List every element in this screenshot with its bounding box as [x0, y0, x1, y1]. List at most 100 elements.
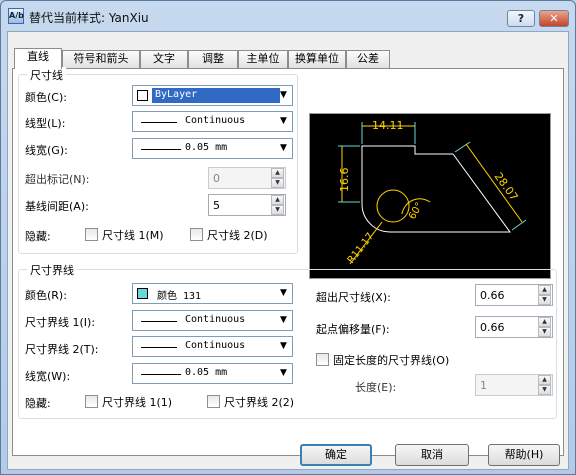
ext-lineweight-label: 线宽(W):	[25, 370, 71, 383]
chevron-down-icon: ▼	[280, 90, 287, 100]
spin-up-icon[interactable]: ▲	[271, 195, 284, 205]
lines-tab-panel: 尺寸线 颜色(C): ByLayer ▼ 线型(L): Continuous ▼…	[12, 67, 564, 456]
ext-linetype1-value: Continuous	[185, 314, 246, 325]
titlebar-help-button[interactable]: ?	[507, 10, 535, 27]
chevron-down-icon: ▼	[280, 288, 287, 298]
fixed-length-label: 固定长度的尺寸界线(O)	[333, 354, 450, 367]
tab-primary-units[interactable]: 主单位	[238, 50, 288, 68]
ext-linetype2-select[interactable]: Continuous ▼	[132, 336, 293, 357]
ext-linetype1-label: 尺寸界线 1(I):	[25, 316, 96, 329]
tab-alternate-units[interactable]: 换算单位	[288, 50, 346, 68]
fixed-length-value: 1	[480, 379, 487, 392]
checkbox-box	[85, 395, 98, 408]
checkbox-box	[85, 228, 98, 241]
line-sample	[141, 347, 177, 348]
suppress-ext-line-2-label: 尺寸界线 2(2)	[224, 396, 295, 409]
spin-down-icon[interactable]: ▼	[538, 295, 551, 305]
tab-text[interactable]: 文字	[140, 50, 188, 68]
tab-tolerances[interactable]: 公差	[346, 50, 390, 68]
baseline-spacing-spinner[interactable]: 5 ▲ ▼	[208, 194, 286, 216]
line-sample	[141, 122, 177, 123]
color-swatch	[137, 90, 148, 101]
spin-up-icon[interactable]: ▲	[538, 375, 551, 385]
chevron-down-icon: ▼	[280, 143, 287, 153]
baseline-spacing-label: 基线间距(A):	[25, 200, 89, 213]
dim-suppress-label: 隐藏:	[25, 230, 51, 243]
suppress-dim-line-1-label: 尺寸线 1(M)	[102, 229, 164, 242]
dim-linetype-label: 线型(L):	[25, 117, 66, 130]
spin-up-icon[interactable]: ▲	[271, 168, 284, 178]
close-button[interactable]: ✕	[539, 10, 569, 27]
ext-linetype1-select[interactable]: Continuous ▼	[132, 310, 293, 331]
extend-beyond-label: 超出尺寸线(X):	[316, 291, 391, 304]
chevron-down-icon: ▼	[280, 116, 287, 126]
dim-color-value: ByLayer	[155, 89, 198, 100]
extend-ticks-spinner[interactable]: 0 ▲ ▼	[208, 167, 286, 189]
preview-dim-left: 16.6	[338, 168, 351, 193]
line-sample	[141, 321, 177, 322]
dim-color-select[interactable]: ByLayer ▼	[132, 85, 293, 106]
preview-dim-slant: 28.07	[492, 170, 521, 203]
window-title: 替代当前样式: YanXiu	[29, 11, 149, 25]
preview-dim-angle: 60°	[407, 201, 425, 222]
checkbox-box	[190, 228, 203, 241]
app-icon: A/b	[8, 8, 24, 24]
dialog-client: 直线 符号和箭头 文字 调整 主单位 换算单位 公差 尺寸线 颜色(C): By…	[7, 31, 569, 470]
line-sample	[141, 374, 181, 375]
cancel-button[interactable]: 取消	[395, 444, 469, 466]
ext-suppress-label: 隐藏:	[25, 397, 51, 410]
dimension-lines-legend: 尺寸线	[27, 67, 66, 83]
spin-up-icon[interactable]: ▲	[538, 317, 551, 327]
extend-ticks-value: 0	[213, 172, 220, 185]
title-bar: A/b 替代当前样式: YanXiu ? ✕	[1, 1, 575, 31]
preview-drawing: 14.11 16.6 28.07 60° R11.17	[338, 119, 527, 266]
extend-beyond-value: 0.66	[480, 289, 505, 302]
extend-ticks-label: 超出标记(N):	[25, 173, 90, 186]
spin-down-icon[interactable]: ▼	[271, 205, 284, 215]
extension-lines-group: 尺寸界线 颜色(R): 颜色 131 ▼ 尺寸界线 1(I): Continuo…	[18, 262, 557, 419]
dim-lineweight-select[interactable]: 0.05 mm ▼	[132, 138, 293, 159]
dim-linetype-select[interactable]: Continuous ▼	[132, 111, 293, 132]
dimension-preview: 14.11 16.6 28.07 60° R11.17	[309, 113, 551, 279]
ext-color-label: 颜色(R):	[25, 289, 67, 302]
ext-lineweight-select[interactable]: 0.05 mm ▼	[132, 363, 293, 384]
ext-color-select[interactable]: 颜色 131 ▼	[132, 283, 293, 304]
extend-beyond-spinner[interactable]: 0.66 ▲ ▼	[475, 284, 553, 306]
chevron-down-icon: ▼	[280, 315, 287, 325]
chevron-down-icon: ▼	[280, 368, 287, 378]
origin-offset-spinner[interactable]: 0.66 ▲ ▼	[475, 316, 553, 338]
dimension-lines-group: 尺寸线 颜色(C): ByLayer ▼ 线型(L): Continuous ▼…	[18, 67, 298, 254]
ext-lineweight-value: 0.05 mm	[185, 367, 228, 378]
dim-linetype-value: Continuous	[185, 115, 246, 126]
suppress-ext-line-1-label: 尺寸界线 1(1)	[102, 396, 173, 409]
help-button[interactable]: 帮助(H)	[488, 444, 560, 466]
checkbox-box	[316, 353, 329, 366]
spin-down-icon[interactable]: ▼	[538, 327, 551, 337]
line-sample	[141, 149, 181, 150]
tab-symbols-arrows[interactable]: 符号和箭头	[62, 50, 140, 68]
preview-dim-radius: R11.17	[346, 231, 377, 266]
dim-lineweight-label: 线宽(G):	[25, 144, 68, 157]
dialog-window: A/b 替代当前样式: YanXiu ? ✕ 直线 符号和箭头 文字 调整 主单…	[0, 0, 576, 475]
color-swatch	[137, 288, 148, 299]
spin-down-icon[interactable]: ▼	[271, 178, 284, 188]
fixed-length-value-label: 长度(E):	[355, 381, 397, 394]
origin-offset-value: 0.66	[480, 321, 505, 334]
origin-offset-label: 起点偏移量(F):	[316, 323, 390, 336]
dim-lineweight-value: 0.05 mm	[185, 142, 228, 153]
extension-lines-legend: 尺寸界线	[27, 262, 77, 278]
chevron-down-icon: ▼	[280, 341, 287, 351]
fixed-length-spinner[interactable]: 1 ▲ ▼	[475, 374, 553, 396]
ext-linetype2-value: Continuous	[185, 340, 246, 351]
part-geometry	[361, 145, 511, 233]
ext-color-value: 颜色 131	[157, 291, 202, 302]
preview-dim-top: 14.11	[372, 119, 404, 132]
dim-color-label: 颜色(C):	[25, 91, 67, 104]
spin-up-icon[interactable]: ▲	[538, 285, 551, 295]
checkbox-box	[207, 395, 220, 408]
tab-lines[interactable]: 直线	[14, 48, 62, 69]
ext-linetype2-label: 尺寸界线 2(T):	[25, 343, 99, 356]
spin-down-icon[interactable]: ▼	[538, 385, 551, 395]
tab-fit[interactable]: 调整	[188, 50, 238, 68]
ok-button[interactable]: 确定	[300, 444, 372, 466]
